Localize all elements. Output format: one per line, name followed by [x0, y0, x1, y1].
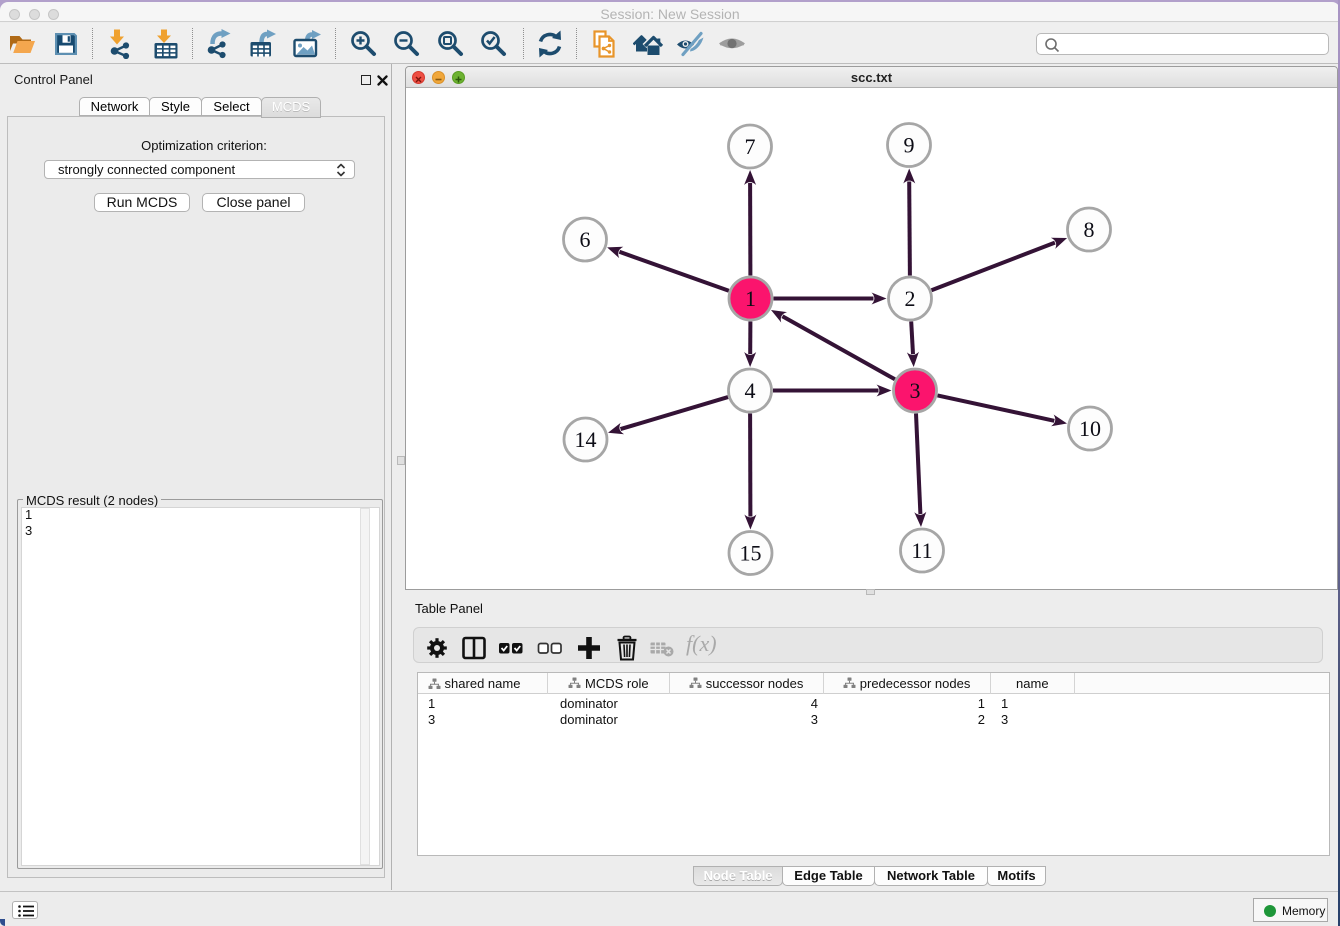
svg-text:10: 10: [1079, 416, 1101, 441]
svg-text:9: 9: [904, 133, 915, 158]
svg-text:1: 1: [745, 286, 756, 311]
svg-text:11: 11: [911, 538, 932, 563]
svg-text:2: 2: [905, 286, 916, 311]
svg-text:14: 14: [575, 427, 597, 452]
svg-text:15: 15: [740, 541, 762, 566]
svg-text:4: 4: [745, 378, 756, 403]
svg-text:8: 8: [1084, 217, 1095, 242]
svg-text:3: 3: [910, 378, 921, 403]
svg-text:7: 7: [745, 134, 756, 159]
svg-text:6: 6: [580, 227, 591, 252]
